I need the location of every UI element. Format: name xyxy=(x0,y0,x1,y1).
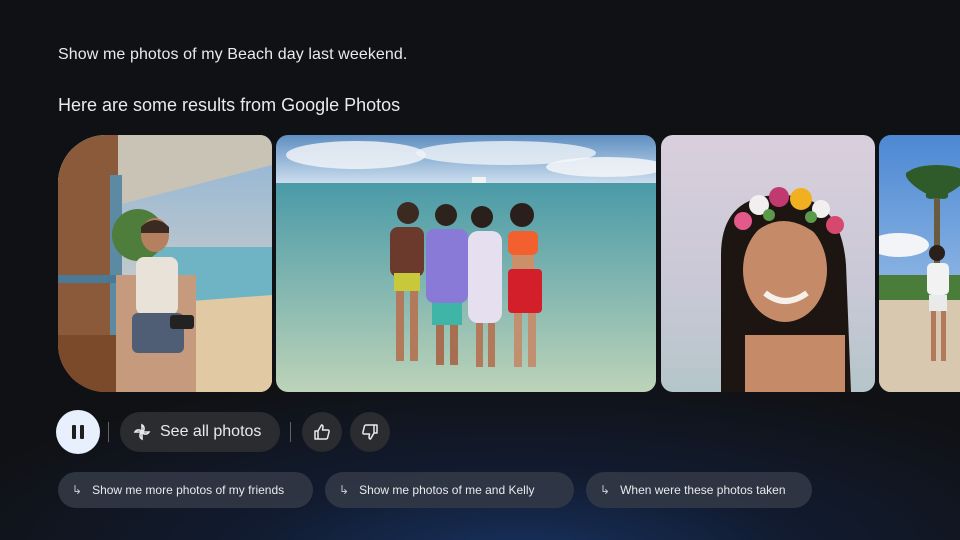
assistant-response-text: Here are some results from Google Photos xyxy=(58,95,401,115)
photo-porch-woman[interactable] xyxy=(58,135,272,392)
photo-flower-crown-woman[interactable] xyxy=(661,135,875,392)
thumbs-down-icon xyxy=(362,424,378,440)
reply-arrow-icon: ↳ xyxy=(339,483,350,497)
thumbs-down-button[interactable] xyxy=(350,412,390,452)
pinwheel-icon xyxy=(133,423,151,441)
reply-arrow-icon: ↳ xyxy=(600,483,611,497)
thumbs-up-icon xyxy=(314,424,330,440)
suggestion-label: When were these photos taken xyxy=(620,483,786,497)
photo-beach-friends-group[interactable] xyxy=(276,135,656,392)
suggestion-chip-friends[interactable]: ↳ Show me more photos of my friends xyxy=(58,472,313,508)
suggestion-label: Show me photos of me and Kelly xyxy=(359,483,535,497)
suggestion-chip-kelly[interactable]: ↳ Show me photos of me and Kelly xyxy=(325,472,574,508)
reply-arrow-icon: ↳ xyxy=(72,483,83,497)
suggestion-label: Show me more photos of my friends xyxy=(92,483,285,497)
photo-carousel[interactable] xyxy=(58,135,960,392)
divider xyxy=(108,422,109,442)
thumbs-up-button[interactable] xyxy=(302,412,342,452)
pause-icon xyxy=(72,425,76,439)
suggestion-chip-when-taken[interactable]: ↳ When were these photos taken xyxy=(586,472,812,508)
photo-palm-tree-friends[interactable] xyxy=(879,135,960,392)
divider xyxy=(290,422,291,442)
see-all-photos-button[interactable]: See all photos xyxy=(120,412,280,452)
pause-button[interactable] xyxy=(56,410,100,454)
see-all-photos-label: See all photos xyxy=(160,423,262,440)
user-query-text: Show me photos of my Beach day last week… xyxy=(58,46,408,63)
